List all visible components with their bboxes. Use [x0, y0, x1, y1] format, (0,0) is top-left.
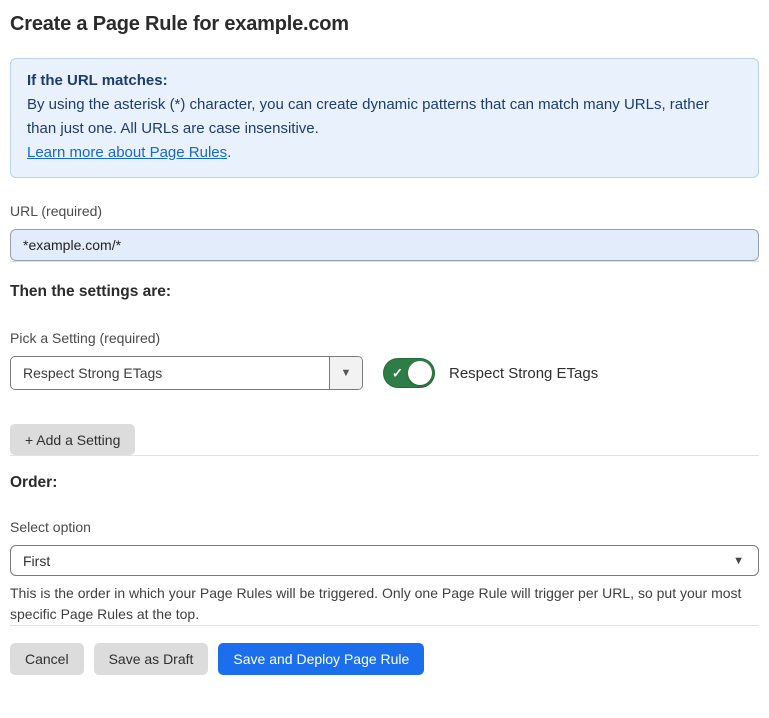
section-divider — [10, 455, 759, 456]
setting-toggle[interactable]: ✓ — [383, 358, 435, 388]
settings-section-heading: Then the settings are: — [10, 282, 759, 302]
footer-actions: Cancel Save as Draft Save and Deploy Pag… — [10, 643, 759, 675]
toggle-knob — [408, 361, 432, 385]
order-help-text: This is the order in which your Page Rul… — [10, 583, 755, 625]
setting-select[interactable]: Respect Strong ETags ▼ — [10, 356, 363, 390]
add-setting-button[interactable]: + Add a Setting — [10, 424, 135, 455]
url-match-info-box: If the URL matches: By using the asteris… — [10, 58, 759, 178]
save-as-draft-button[interactable]: Save as Draft — [94, 643, 209, 675]
info-box-body: By using the asterisk (*) character, you… — [27, 93, 742, 141]
footer-divider — [10, 625, 759, 626]
info-box-link-line: Learn more about Page Rules. — [27, 141, 742, 165]
chevron-down-icon: ▼ — [341, 367, 352, 379]
order-select-value: First — [23, 553, 50, 569]
setting-select-value: Respect Strong ETags — [11, 357, 329, 389]
url-input[interactable] — [10, 229, 759, 261]
order-select[interactable]: First ▼ — [10, 545, 759, 576]
setting-picker-label: Pick a Setting (required) — [10, 329, 759, 347]
order-select-label: Select option — [10, 518, 759, 536]
url-field-label: URL (required) — [10, 202, 759, 220]
setting-row: Respect Strong ETags ▼ ✓ Respect Strong … — [10, 356, 759, 390]
info-box-heading: If the URL matches: — [27, 69, 742, 93]
check-icon: ✓ — [392, 367, 403, 380]
chevron-down-icon: ▼ — [733, 555, 744, 567]
section-divider — [10, 261, 759, 262]
learn-more-link[interactable]: Learn more about Page Rules — [27, 144, 227, 161]
save-and-deploy-button[interactable]: Save and Deploy Page Rule — [218, 643, 424, 675]
setting-toggle-label: Respect Strong ETags — [449, 365, 598, 382]
order-section-heading: Order: — [10, 473, 759, 493]
cancel-button[interactable]: Cancel — [10, 643, 84, 675]
page-title: Create a Page Rule for example.com — [10, 0, 759, 37]
link-suffix-period: . — [227, 144, 231, 161]
setting-select-arrow-button[interactable]: ▼ — [329, 357, 362, 389]
